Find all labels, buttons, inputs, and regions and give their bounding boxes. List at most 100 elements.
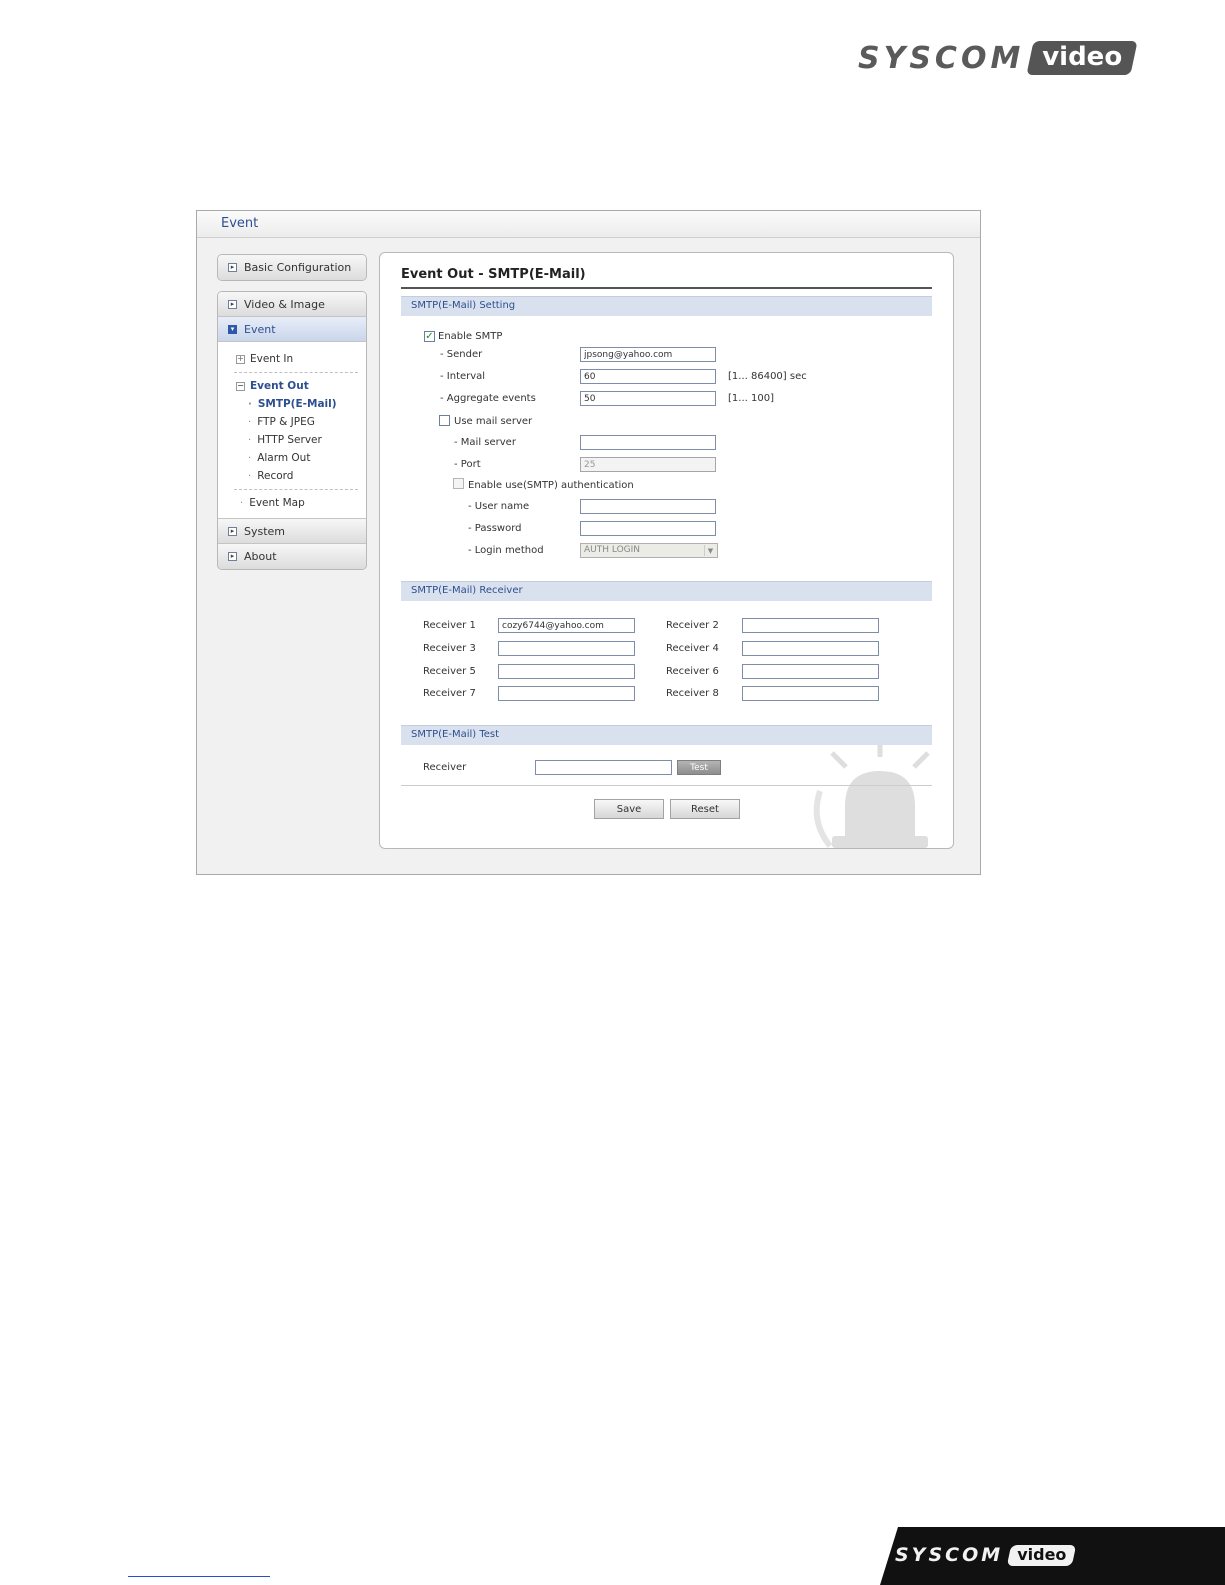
expand-icon: ▸	[228, 299, 237, 309]
user-name-label: - User name	[468, 501, 530, 512]
enable-smtp-label: Enable SMTP	[438, 331, 503, 342]
minus-icon: −	[236, 381, 245, 391]
sidebar-item-event[interactable]: ▾ Event	[218, 317, 366, 342]
brand-name: SYSCOM	[858, 40, 1025, 76]
divider	[401, 785, 932, 786]
page-title: Event Out - SMTP(E-Mail)	[401, 267, 932, 289]
sidebar-item-video-image[interactable]: ▸ Video & Image	[218, 292, 366, 317]
receiver-7-input[interactable]	[498, 686, 635, 701]
enable-smtp-checkbox[interactable]: ✓	[424, 331, 435, 342]
check-icon: ✓	[425, 330, 434, 342]
receiver-8-input[interactable]	[742, 686, 879, 701]
test-receiver-input[interactable]	[535, 760, 672, 775]
receiver-2-input[interactable]	[742, 618, 879, 633]
tree-divider	[234, 372, 358, 373]
alarm-light-icon	[813, 737, 930, 848]
receiver-2-label: Receiver 2	[666, 620, 719, 631]
interval-input[interactable]	[580, 369, 716, 384]
bullet-icon: ·	[248, 470, 252, 482]
tree-item-alarm-out[interactable]: · Alarm Out	[218, 449, 366, 467]
sidebar-item-label: Event	[244, 322, 276, 336]
brand-logo-top: SYSCOM video	[858, 38, 1138, 78]
sidebar-item-about[interactable]: ▸ About	[218, 544, 366, 569]
user-name-input[interactable]	[580, 499, 716, 514]
test-button[interactable]: Test	[677, 760, 721, 775]
bullet-icon: ·	[248, 416, 252, 428]
expand-icon: ▸	[228, 526, 237, 536]
tree-item-smtp[interactable]: · SMTP(E-Mail)	[218, 395, 366, 413]
tree-item-event-map[interactable]: · Event Map	[218, 494, 366, 512]
mail-server-label: - Mail server	[454, 437, 516, 448]
brand-suffix-badge: video	[1026, 41, 1138, 75]
sidebar-item-label: About	[244, 550, 277, 563]
receiver-6-input[interactable]	[742, 664, 879, 679]
aggregate-range-hint: [1... 100]	[728, 393, 774, 404]
plus-icon: +	[236, 354, 245, 364]
sidebar-item-label: System	[244, 524, 286, 538]
sender-input[interactable]	[580, 347, 716, 362]
brand-logo-bottom: SYSCOM video	[895, 1540, 1077, 1570]
section-header-receiver: SMTP(E-Mail) Receiver	[401, 581, 932, 601]
save-button[interactable]: Save	[594, 799, 664, 819]
section-header-setting: SMTP(E-Mail) Setting	[401, 296, 932, 316]
sidebar-item-label: Video & Image	[244, 297, 325, 311]
password-label: - Password	[468, 523, 522, 534]
brand-name: SYSCOM	[895, 1544, 1004, 1566]
expand-icon: ▸	[228, 552, 237, 561]
mail-server-input[interactable]	[580, 435, 716, 450]
use-mail-server-checkbox[interactable]	[439, 415, 450, 426]
receiver-1-label: Receiver 1	[423, 620, 476, 631]
enable-auth-label: Enable use(SMTP) authentication	[468, 480, 634, 491]
content-panel: Event Out - SMTP(E-Mail) SMTP(E-Mail) Se…	[379, 252, 954, 849]
tree-item-event-out[interactable]: − Event Out	[218, 377, 366, 395]
receiver-4-input[interactable]	[742, 641, 879, 656]
interval-label: - Interval	[440, 371, 486, 382]
chevron-down-icon: ▼	[704, 545, 716, 556]
tree-item-record[interactable]: · Record	[218, 467, 366, 485]
window-title: Event	[197, 211, 980, 238]
receiver-5-input[interactable]	[498, 664, 635, 679]
receiver-4-label: Receiver 4	[666, 643, 719, 654]
event-window: Event ▸ Basic Configuration ▸ Video & Im…	[196, 210, 981, 875]
receiver-3-input[interactable]	[498, 641, 635, 656]
interval-range-hint: [1... 86400] sec	[728, 371, 807, 382]
login-method-label: - Login method	[468, 545, 544, 556]
tree-item-event-in[interactable]: + Event In	[218, 350, 366, 368]
use-mail-server-label: Use mail server	[454, 416, 533, 427]
sender-label: - Sender	[440, 349, 483, 360]
collapse-icon: ▾	[228, 324, 237, 334]
receiver-7-label: Receiver 7	[423, 688, 476, 699]
event-tree: + Event In − Event Out · SMTP(E-Mail) · …	[218, 342, 366, 519]
sidebar-item-system[interactable]: ▸ System	[218, 519, 366, 544]
tree-item-http-server[interactable]: · HTTP Server	[218, 431, 366, 449]
sidebar-item-label: Basic Configuration	[244, 261, 352, 274]
tree-item-ftp-jpeg[interactable]: · FTP & JPEG	[218, 413, 366, 431]
brand-suffix-badge: video	[1006, 1544, 1077, 1566]
sidebar: ▸ Basic Configuration ▸ Video & Image ▾ …	[217, 254, 367, 580]
receiver-8-label: Receiver 8	[666, 688, 719, 699]
aggregate-events-input[interactable]	[580, 391, 716, 406]
bullet-icon: ·	[240, 497, 244, 509]
sidebar-group-basic: ▸ Basic Configuration	[217, 254, 367, 281]
sidebar-item-basic-configuration[interactable]: ▸ Basic Configuration	[218, 255, 366, 280]
expand-icon: ▸	[228, 263, 237, 272]
bullet-icon: ·	[248, 434, 252, 446]
login-method-select[interactable]: AUTH LOGIN ▼	[580, 543, 718, 558]
tree-divider	[234, 489, 358, 490]
password-input[interactable]	[580, 521, 716, 536]
sidebar-group-main: ▸ Video & Image ▾ Event + Event In − Eve…	[217, 291, 367, 570]
receiver-5-label: Receiver 5	[423, 666, 476, 677]
receiver-1-input[interactable]	[498, 618, 635, 633]
enable-auth-checkbox[interactable]	[453, 478, 464, 489]
reset-button[interactable]: Reset	[670, 799, 740, 819]
login-method-value: AUTH LOGIN	[584, 545, 641, 555]
section-header-test: SMTP(E-Mail) Test	[401, 725, 932, 745]
bullet-icon: ·	[248, 398, 252, 410]
port-input[interactable]	[580, 457, 716, 472]
receiver-3-label: Receiver 3	[423, 643, 476, 654]
receiver-6-label: Receiver 6	[666, 666, 719, 677]
footer-link-underline	[128, 1576, 270, 1577]
test-receiver-label: Receiver	[423, 762, 467, 773]
aggregate-events-label: - Aggregate events	[440, 393, 536, 404]
port-label: - Port	[454, 459, 481, 470]
